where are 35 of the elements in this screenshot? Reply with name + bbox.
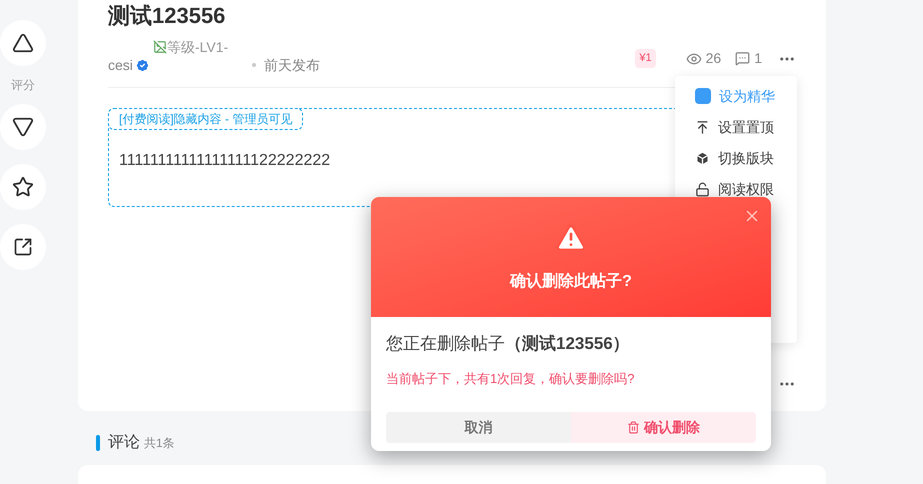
star-icon [12, 176, 34, 198]
favorite-button[interactable] [0, 164, 46, 210]
up-triangle-icon [12, 32, 34, 54]
level-image: 等级-LV1- [153, 39, 320, 55]
views-count: 26 [686, 48, 722, 69]
hidden-content-text: 11111111111111111122222222 [119, 151, 330, 171]
price-tag: ¥1 [635, 49, 656, 68]
cancel-button[interactable]: 取消 [386, 412, 571, 443]
menu-item[interactable]: 设为精华 [695, 86, 777, 106]
hidden-content-label: [付费阅读]隐藏内容 - 管理员可见 [108, 108, 304, 130]
cube-icon [695, 150, 710, 166]
menu-item[interactable]: 设置置顶 [695, 117, 777, 137]
comments-total: 共1条 [144, 434, 175, 452]
upvote-button[interactable] [0, 20, 46, 66]
share-icon [13, 237, 33, 257]
pin-top-icon [695, 120, 710, 134]
lock-icon [695, 182, 710, 196]
badge-icon [695, 88, 711, 104]
dialog-title: 确认删除此帖子? [510, 272, 632, 292]
share-button[interactable] [0, 224, 46, 270]
down-triangle-icon [12, 116, 34, 138]
section-marker [96, 434, 100, 451]
menu-item[interactable]: 阅读权限 [695, 179, 777, 199]
dialog-message: 您正在删除帖子（测试123556） [386, 333, 631, 355]
post-title: 测试123556 [108, 2, 226, 30]
menu-item[interactable]: 切换版块 [695, 148, 777, 168]
confirm-delete-button[interactable]: 确认删除 [571, 412, 756, 443]
comments-title: 评论 [108, 432, 140, 453]
dialog-warning: 当前帖子下，共有1次回复，确认要删除吗? [386, 370, 636, 388]
author-name[interactable]: cesi [108, 55, 133, 75]
trash-icon [627, 421, 640, 434]
rating-label: 评分 [10, 77, 36, 94]
post-time: 前天发布 [264, 56, 320, 75]
comments-count: 1 [735, 48, 762, 69]
downvote-button[interactable] [0, 104, 46, 150]
